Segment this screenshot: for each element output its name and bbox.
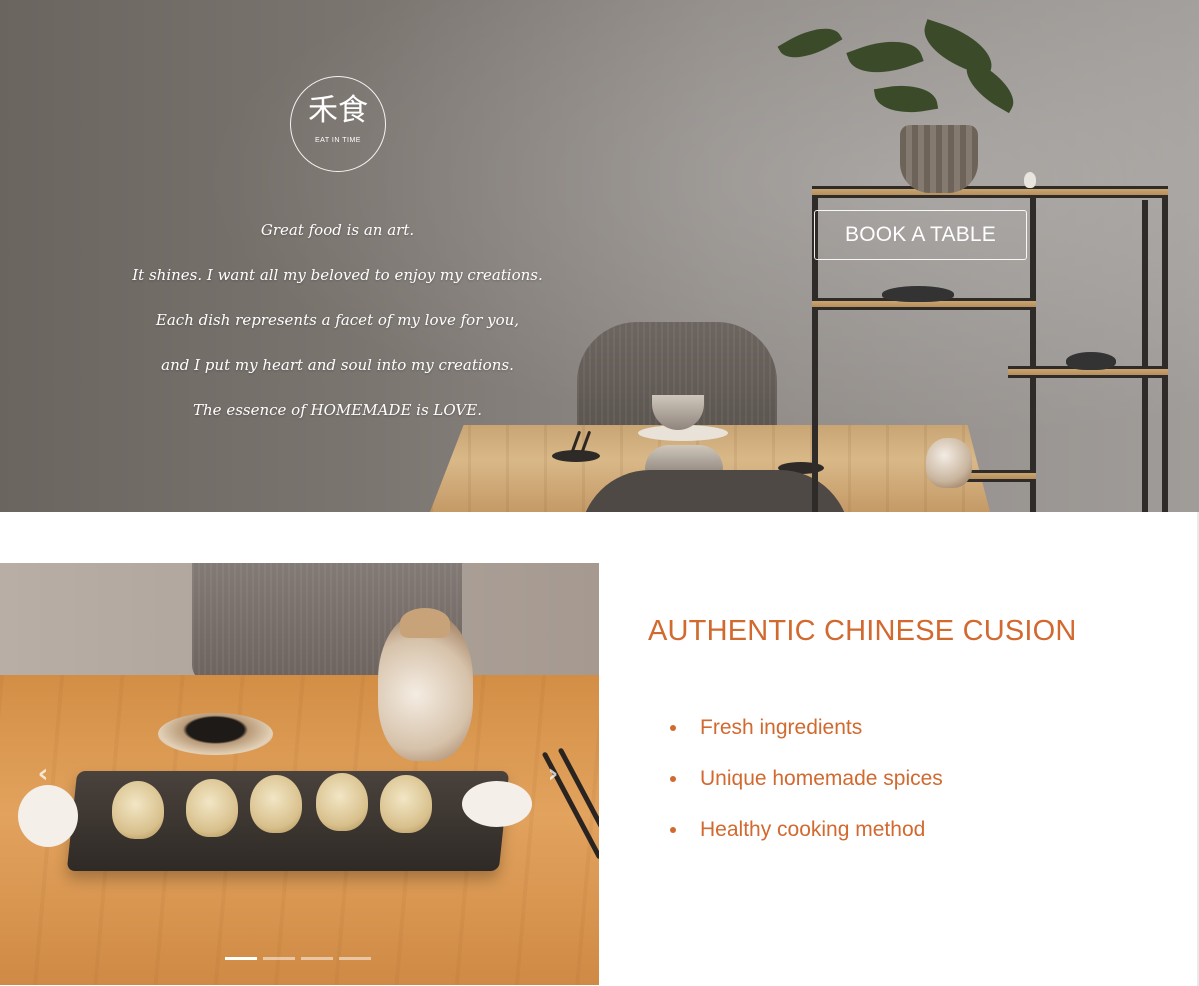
shelf-figurine	[1066, 352, 1116, 370]
features-list: Fresh ingredients Unique homemade spices…	[648, 712, 1188, 865]
carousel-indicator[interactable]	[301, 957, 333, 960]
shelf-board	[812, 186, 1168, 198]
dumpling	[380, 775, 432, 833]
dumpling	[316, 773, 368, 831]
carousel-indicators	[225, 957, 371, 961]
image-carousel[interactable]: ‹ ›	[0, 563, 599, 985]
logo-glyphs: 禾食	[308, 93, 368, 128]
feature-item: Healthy cooking method	[648, 814, 1188, 865]
bullet-icon	[670, 776, 676, 782]
bullet-icon	[670, 725, 676, 731]
book-a-table-button[interactable]: BOOK A TABLE	[814, 210, 1027, 260]
tagline-line: It shines. I want all my beloved to enjo…	[132, 266, 543, 284]
chevron-left-icon[interactable]: ‹	[28, 759, 58, 789]
tagline-line: Great food is an art.	[260, 221, 415, 239]
features-title: AUTHENTIC CHINESE CUSION	[648, 615, 1077, 647]
chevron-right-icon[interactable]: ›	[538, 759, 568, 789]
hero-chopstick-rest	[552, 450, 600, 462]
dumpling	[250, 775, 302, 833]
hero-chair-front	[580, 470, 850, 512]
sauce-dish	[158, 713, 273, 755]
feature-label: Fresh ingredients	[700, 716, 863, 739]
hero-banner: 禾食 EAT IN TIME Great food is an art. It …	[0, 0, 1199, 512]
feature-item: Unique homemade spices	[648, 763, 1188, 814]
feature-item: Fresh ingredients	[648, 712, 1188, 763]
porcelain-figurine	[462, 781, 532, 827]
carousel-indicator[interactable]	[339, 957, 371, 960]
carousel-indicator[interactable]	[263, 957, 295, 960]
feature-label: Unique homemade spices	[700, 767, 943, 790]
plant-pot	[900, 125, 978, 193]
hero-jar	[926, 438, 972, 488]
feature-label: Healthy cooking method	[700, 818, 926, 841]
bullet-icon	[670, 827, 676, 833]
logo-subtitle: EAT IN TIME	[315, 137, 361, 144]
carousel-jar-lid	[400, 608, 450, 638]
porcelain-figurine	[18, 785, 78, 847]
brand-logo[interactable]: 禾食 EAT IN TIME	[290, 76, 386, 172]
carousel-indicator[interactable]	[225, 957, 257, 960]
features-section: AUTHENTIC CHINESE CUSION Fresh ingredien…	[648, 612, 1188, 865]
dumpling	[112, 781, 164, 839]
shelf-figurine	[882, 286, 954, 302]
hero-tagline: Great food is an art. It shines. I want …	[100, 214, 575, 439]
dumpling	[186, 779, 238, 837]
tagline-line: The essence of HOMEMADE is LOVE.	[193, 401, 482, 419]
shelf-figurine	[1024, 172, 1036, 188]
shelf-post	[1030, 188, 1036, 512]
tagline-line: and I put my heart and soul into my crea…	[161, 356, 514, 374]
tagline-line: Each dish represents a facet of my love …	[155, 311, 520, 329]
shelf-post	[1162, 188, 1168, 512]
shelf-post	[1142, 200, 1148, 512]
